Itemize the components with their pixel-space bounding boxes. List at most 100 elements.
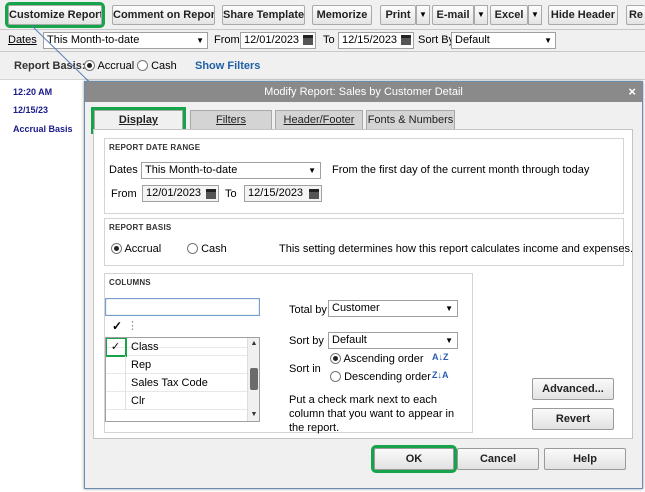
excel-button[interactable]: Excel [490,5,528,25]
radio-unselected-icon [137,60,148,71]
sort-by-select[interactable]: Default ▼ [451,32,556,49]
to-date-field[interactable]: 12/15/2023 [338,32,414,49]
customize-report-button[interactable]: Customize Report [5,2,105,28]
sort-descending-icon: Z↓A [432,370,449,380]
calendar-icon[interactable] [309,189,319,199]
chevron-down-icon: ▼ [445,304,453,313]
display-tab-panel: REPORT DATE RANGE Dates This Month-to-da… [93,129,633,439]
radio-selected-icon [330,353,341,364]
column-check[interactable] [106,374,126,392]
report-date-range-group: REPORT DATE RANGE Dates This Month-to-da… [104,138,624,214]
descending-radio[interactable]: Descending order [330,371,431,383]
columns-list[interactable]: ✓ Class Rep Sales Tax Code Clr ▲ ▼ [105,337,260,422]
column-search-input[interactable] [105,298,260,316]
hide-header-button[interactable]: Hide Header [548,5,618,25]
ascending-label: Ascending order [343,353,424,365]
cash-radio[interactable]: Cash [137,60,177,72]
revert-button[interactable]: Revert [532,408,614,430]
email-dropdown-icon[interactable]: ▼ [474,5,488,25]
ok-button[interactable]: OK [371,445,457,473]
tab-header-footer-label: Header/Footer [283,114,355,126]
columns-scrollbar[interactable]: ▲ ▼ [247,338,259,421]
columns-title: COLUMNS [109,278,151,287]
to-label: To [323,34,335,46]
report-basis-group: REPORT BASIS Accrual Cash This setting d… [104,218,633,266]
calendar-icon[interactable] [303,35,313,45]
refresh-button[interactable]: Re [626,5,645,25]
radio-unselected-icon [187,243,198,254]
help-button[interactable]: Help [544,448,626,470]
list-item[interactable]: Sales Tax Code [106,374,247,392]
tab-fonts-numbers-label: Fonts & Numbers [367,114,454,126]
chevron-down-icon: ▼ [544,36,552,45]
scroll-down-icon[interactable]: ▼ [248,409,259,421]
chevron-down-icon: ▼ [445,336,453,345]
radio-selected-icon [111,243,122,254]
accrual-radio[interactable]: Accrual [111,243,161,255]
cancel-button[interactable]: Cancel [457,448,539,470]
comment-on-report-button[interactable]: Comment on Report [112,5,215,25]
column-check[interactable]: ✓ [106,338,127,357]
cash-label: Cash [201,243,227,255]
scrollbar-thumb[interactable] [250,368,258,390]
show-filters-link[interactable]: Show Filters [195,60,260,72]
memorize-button[interactable]: Memorize [312,5,372,25]
column-label: Rep [131,359,152,371]
ascending-radio[interactable]: Ascending order [330,353,424,365]
scroll-up-icon[interactable]: ▲ [248,338,259,350]
tab-display[interactable]: Display [91,107,186,134]
print-dropdown-icon[interactable]: ▼ [416,5,430,25]
to-date-value: 12/15/2023 [248,187,304,199]
tab-fonts-numbers[interactable]: Fonts & Numbers [366,110,455,129]
checkmark-icon: ✓ [112,319,123,333]
date-range-description: From the first day of the current month … [332,164,590,176]
list-item[interactable]: Rep [106,356,247,374]
list-item[interactable]: ✓ Class [106,338,247,357]
column-label: Class [131,341,159,353]
total-by-value: Customer [332,302,380,314]
date-range-value: This Month-to-date [145,164,238,176]
dialog-title: Modify Report: Sales by Customer Detail [264,86,463,98]
total-by-select[interactable]: Customer ▼ [328,300,458,317]
from-date-field[interactable]: 12/01/2023 [142,185,219,202]
share-template-button[interactable]: Share Template [222,5,305,25]
from-date-field[interactable]: 12/01/2023 [240,32,316,49]
sort-by-label: Sort By [418,34,455,46]
to-date-value: 12/15/2023 [342,34,398,46]
calendar-icon[interactable] [401,35,411,45]
chevron-down-icon: ▼ [308,166,316,175]
calendar-icon[interactable] [206,189,216,199]
to-label: To [225,188,237,200]
excel-dropdown-icon[interactable]: ▼ [528,5,542,25]
dialog-title-bar[interactable]: Modify Report: Sales by Customer Detail … [85,82,642,102]
list-item[interactable]: Clr [106,392,247,410]
from-label: From [111,188,137,200]
date-range-select[interactable]: This Month-to-date ▼ [141,162,321,179]
column-label: Sales Tax Code [131,377,208,389]
sort-by-select[interactable]: Default ▼ [328,332,458,349]
from-date-value: 12/01/2023 [244,34,300,46]
to-date-field[interactable]: 12/15/2023 [244,185,322,202]
dates-label: Dates [109,164,138,176]
tab-header-footer[interactable]: Header/Footer [275,110,363,129]
from-date-value: 12/01/2023 [146,187,202,199]
column-check[interactable] [106,392,126,410]
tab-filters[interactable]: Filters [190,110,272,129]
print-button[interactable]: Print [380,5,416,25]
tab-filters-label: Filters [216,114,246,126]
radio-unselected-icon [330,371,341,382]
cash-radio[interactable]: Cash [187,243,227,255]
sort-by-label: Sort by [289,335,324,347]
column-check[interactable] [106,356,126,374]
close-icon[interactable]: × [628,82,636,102]
report-basis-title: REPORT BASIS [109,223,172,232]
column-label: Clr [131,395,146,407]
advanced-button[interactable]: Advanced... [532,378,614,400]
sort-in-label: Sort in [289,363,321,375]
sort-by-value: Default [455,34,490,46]
cash-label: Cash [151,60,177,72]
email-button[interactable]: E-mail [432,5,474,25]
from-label: From [214,34,240,46]
report-basis-description: This setting determines how this report … [279,243,634,255]
modify-report-dialog: Modify Report: Sales by Customer Detail … [84,81,643,489]
